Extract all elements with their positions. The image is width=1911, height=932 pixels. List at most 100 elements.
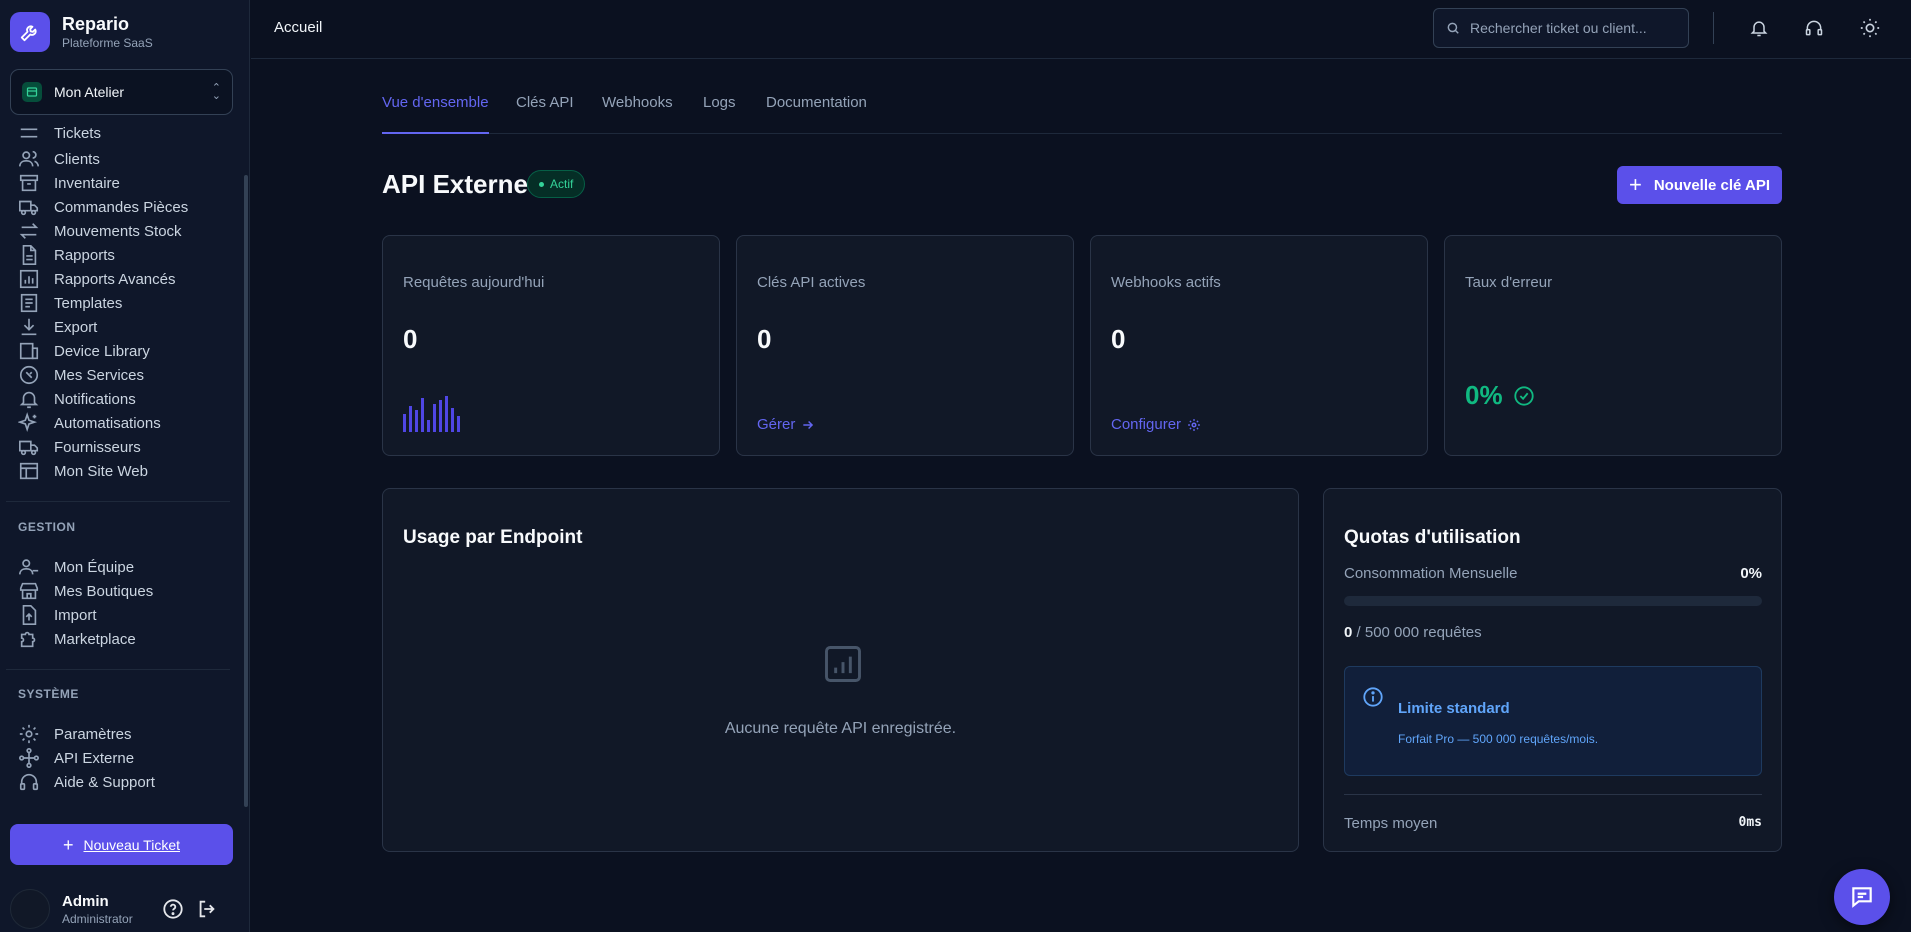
sidebar-item-label: Rapports bbox=[54, 246, 115, 264]
sidebar-item-mes-services[interactable]: Mes Services bbox=[18, 363, 144, 387]
breadcrumb[interactable]: Accueil bbox=[274, 19, 322, 36]
sun-icon[interactable] bbox=[1856, 14, 1884, 42]
truck-icon bbox=[19, 440, 39, 456]
usage-title: Usage par Endpoint bbox=[403, 527, 583, 548]
team-icon bbox=[19, 559, 39, 575]
chart-icon bbox=[19, 269, 39, 289]
tab-documentation[interactable]: Documentation bbox=[766, 94, 867, 134]
chart-empty-icon bbox=[825, 646, 861, 682]
tab-vue-ensemble[interactable]: Vue d'ensemble bbox=[382, 94, 489, 134]
app-root: Repario Plateforme SaaS Mon Atelier ⌃ ⌄ T… bbox=[0, 0, 1911, 932]
avg-time-row: Temps moyen 0ms bbox=[1344, 815, 1762, 832]
usage-panel: Usage par Endpoint Aucune requête API en… bbox=[382, 488, 1299, 852]
gear-icon bbox=[1188, 418, 1200, 431]
sidebar-item-clients[interactable]: Clients bbox=[18, 147, 100, 171]
plus-icon: + bbox=[1628, 172, 1642, 197]
info-icon bbox=[1363, 687, 1383, 707]
sidebar-item-mouvements-stock[interactable]: Mouvements Stock bbox=[18, 219, 182, 243]
chat-icon bbox=[1852, 887, 1872, 908]
brand[interactable]: Repario Plateforme SaaS bbox=[10, 10, 153, 54]
sidebar-item-templates[interactable]: Templates bbox=[18, 291, 122, 315]
help-icon[interactable] bbox=[160, 896, 186, 922]
avg-time-label: Temps moyen bbox=[1344, 815, 1438, 832]
new-api-key-label: Nouvelle clé API bbox=[1653, 176, 1770, 194]
chat-button[interactable] bbox=[1834, 869, 1890, 925]
workspace-switcher[interactable]: Mon Atelier ⌃ ⌄ bbox=[10, 69, 233, 115]
file-icon bbox=[22, 245, 37, 265]
bell-icon[interactable] bbox=[1745, 14, 1773, 42]
user-role: Administrator bbox=[62, 911, 133, 926]
nav-divider bbox=[6, 501, 230, 502]
sidebar-item-label: Commandes Pièces bbox=[54, 198, 189, 216]
sidebar-item-fournisseurs[interactable]: Fournisseurs bbox=[18, 435, 141, 459]
sidebar-item-export[interactable]: Export bbox=[18, 315, 97, 339]
info-title: Limite standard bbox=[1398, 700, 1510, 717]
new-ticket-button[interactable]: + Nouveau Ticket bbox=[10, 824, 233, 865]
sidebar-item-rapports-avances[interactable]: Rapports Avancés bbox=[18, 267, 175, 291]
workspace-label: Mon Atelier bbox=[54, 84, 125, 100]
sidebar-item-label: Mouvements Stock bbox=[54, 222, 182, 240]
sidebar-item-import[interactable]: Import bbox=[18, 603, 97, 627]
avg-time-value: 0ms bbox=[1738, 815, 1762, 830]
user-profile: Admin Administrator bbox=[10, 889, 240, 929]
devices-icon bbox=[19, 342, 39, 360]
sidebar-item-automatisations[interactable]: Automatisations bbox=[18, 411, 161, 435]
monthly-value: 0% bbox=[1740, 565, 1762, 582]
stat-value: 0 bbox=[403, 324, 418, 354]
sidebar-item-commandes-pieces[interactable]: Commandes Pièces bbox=[18, 195, 188, 219]
configure-link[interactable]: Configurer bbox=[1111, 416, 1201, 433]
sidebar-item-label: Mes Services bbox=[54, 366, 145, 384]
sidebar-item-device-library[interactable]: Device Library bbox=[18, 339, 150, 363]
user-name: Admin bbox=[62, 892, 109, 910]
stat-value: 0 bbox=[757, 324, 772, 354]
headset-icon[interactable] bbox=[1800, 14, 1828, 42]
browser-icon bbox=[19, 462, 39, 480]
monthly-label: Consommation Mensuelle bbox=[1344, 565, 1518, 582]
sidebar-item-label: Mon Site Web bbox=[54, 462, 148, 480]
sidebar-item-mon-equipe[interactable]: Mon Équipe bbox=[18, 555, 134, 579]
tab-logs[interactable]: Logs bbox=[703, 94, 736, 134]
stat-card-requests: Requêtes aujourd'hui 0 bbox=[382, 235, 720, 456]
search-input[interactable] bbox=[1470, 20, 1680, 36]
wrench-icon bbox=[19, 365, 39, 385]
sidebar-item-rapports[interactable]: Rapports bbox=[18, 243, 115, 267]
sidebar-item-api-externe[interactable]: API Externe bbox=[18, 746, 134, 770]
avatar[interactable] bbox=[10, 889, 50, 929]
quota-rest: / 500 000 requêtes bbox=[1352, 624, 1482, 641]
sidebar-item-aide-support[interactable]: Aide & Support bbox=[18, 770, 155, 794]
wrench-logo-icon bbox=[10, 12, 50, 52]
search-box bbox=[1433, 8, 1689, 48]
sidebar-scrollbar[interactable] bbox=[244, 175, 248, 807]
divider bbox=[1713, 12, 1714, 44]
sidebar-item-tickets[interactable]: Tickets bbox=[18, 127, 101, 145]
stat-label: Clés API actives bbox=[757, 274, 866, 291]
sidebar-item-inventaire[interactable]: Inventaire bbox=[18, 171, 120, 195]
logout-icon[interactable] bbox=[194, 896, 220, 922]
tab-cles-api[interactable]: Clés API bbox=[516, 94, 574, 134]
nav-divider bbox=[6, 669, 230, 670]
sidebar-item-parametres[interactable]: Paramètres bbox=[18, 722, 132, 746]
tab-webhooks[interactable]: Webhooks bbox=[602, 94, 673, 134]
stat-label: Requêtes aujourd'hui bbox=[403, 274, 545, 291]
sidebar-item-marketplace[interactable]: Marketplace bbox=[18, 627, 136, 651]
quotas-title: Quotas d'utilisation bbox=[1344, 527, 1521, 548]
section-title-systeme: SYSTÈME bbox=[18, 687, 79, 701]
plus-icon: + bbox=[62, 834, 74, 855]
sidebar-item-label: Export bbox=[54, 318, 98, 336]
new-api-key-button[interactable]: + Nouvelle clé API bbox=[1617, 166, 1782, 204]
sidebar-nav: Tickets Clients Inventaire Commandes Piè… bbox=[0, 127, 246, 807]
sidebar-item-label: Inventaire bbox=[54, 174, 120, 192]
sidebar-item-notifications[interactable]: Notifications bbox=[18, 387, 136, 411]
sidebar-item-mes-boutiques[interactable]: Mes Boutiques bbox=[18, 579, 153, 603]
sidebar-item-label: Device Library bbox=[54, 342, 150, 360]
template-icon bbox=[20, 293, 38, 313]
quota-count: 0 / 500 000 requêtes bbox=[1344, 624, 1482, 641]
manage-link[interactable]: Gérer bbox=[757, 416, 815, 433]
status-badge: Actif bbox=[527, 170, 586, 198]
bell-icon bbox=[19, 391, 39, 409]
store-icon bbox=[22, 82, 42, 102]
arrows-icon bbox=[19, 223, 39, 239]
sparkline-bars-icon bbox=[403, 396, 460, 432]
sidebar-item-mon-site-web[interactable]: Mon Site Web bbox=[18, 459, 148, 483]
sidebar-item-label: API Externe bbox=[54, 749, 135, 767]
